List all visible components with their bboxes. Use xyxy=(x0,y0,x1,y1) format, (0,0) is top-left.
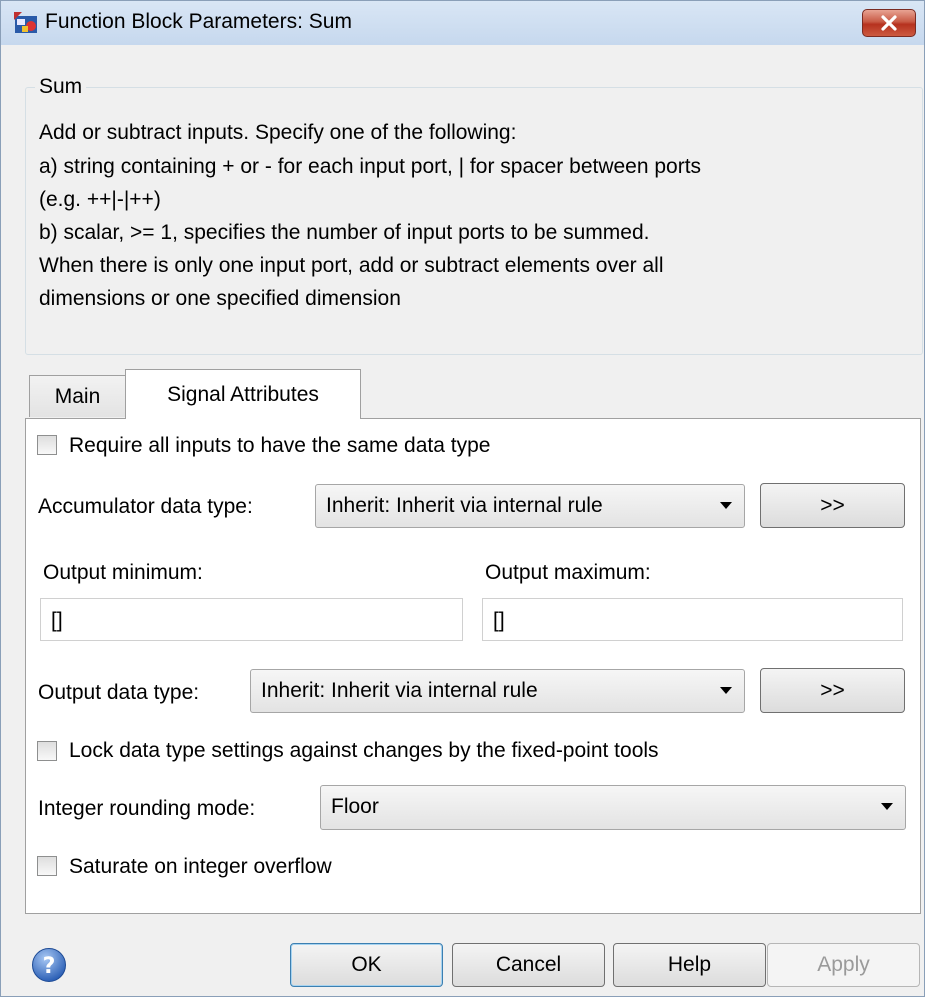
description-line: a) string containing + or - for each inp… xyxy=(39,155,702,178)
accumulator-value: Inherit: Inherit via internal rule xyxy=(326,494,603,517)
rounding-mode-select[interactable]: Floor xyxy=(320,785,906,830)
ok-button[interactable]: OK xyxy=(290,943,443,987)
accumulator-select[interactable]: Inherit: Inherit via internal rule xyxy=(315,484,745,528)
tab-main[interactable]: Main xyxy=(29,375,126,417)
output-maximum-value: [] xyxy=(493,609,505,632)
require-same-type-checkbox[interactable] xyxy=(37,435,57,455)
chevron-down-icon xyxy=(720,502,732,509)
accumulator-label: Accumulator data type: xyxy=(38,495,253,518)
output-minimum-input[interactable]: [] xyxy=(40,598,463,641)
chevron-down-icon xyxy=(881,803,893,810)
output-data-type-select[interactable]: Inherit: Inherit via internal rule xyxy=(250,669,745,713)
description-line: When there is only one input port, add o… xyxy=(39,254,664,277)
tab-signal-attributes[interactable]: Signal Attributes xyxy=(125,369,361,419)
svg-text:?: ? xyxy=(43,954,56,979)
simulink-block-icon xyxy=(14,12,37,33)
output-data-type-assistant-button[interactable]: >> xyxy=(760,668,905,713)
require-same-type-label: Require all inputs to have the same data… xyxy=(69,434,491,457)
help-icon[interactable]: ? xyxy=(31,947,67,983)
cancel-button[interactable]: Cancel xyxy=(452,943,605,987)
description-line: b) scalar, >= 1, specifies the number of… xyxy=(39,221,650,244)
description-line: Add or subtract inputs. Specify one of t… xyxy=(39,121,517,144)
lock-data-type-checkbox[interactable] xyxy=(37,741,57,761)
group-label: Sum xyxy=(35,75,87,99)
saturate-label: Saturate on integer overflow xyxy=(69,855,332,878)
output-maximum-input[interactable]: [] xyxy=(482,598,903,641)
description-line: (e.g. ++|-|++) xyxy=(39,188,161,211)
help-button[interactable]: Help xyxy=(613,943,766,987)
output-minimum-value: [] xyxy=(51,609,63,632)
output-data-type-value: Inherit: Inherit via internal rule xyxy=(261,679,538,702)
window-title: Function Block Parameters: Sum xyxy=(45,10,352,33)
saturate-checkbox[interactable] xyxy=(37,856,57,876)
chevron-down-icon xyxy=(720,687,732,694)
description-line: dimensions or one specified dimension xyxy=(39,287,401,310)
rounding-mode-label: Integer rounding mode: xyxy=(38,797,256,820)
output-maximum-label: Output maximum: xyxy=(485,561,651,584)
apply-button[interactable]: Apply xyxy=(767,943,920,987)
lock-data-type-label: Lock data type settings against changes … xyxy=(69,739,659,762)
accumulator-assistant-button[interactable]: >> xyxy=(760,483,905,528)
close-button[interactable] xyxy=(862,9,916,37)
title-bar[interactable]: Function Block Parameters: Sum xyxy=(1,1,924,45)
output-data-type-label: Output data type: xyxy=(38,681,200,704)
rounding-mode-value: Floor xyxy=(331,795,379,818)
close-icon xyxy=(881,15,897,31)
output-minimum-label: Output minimum: xyxy=(43,561,203,584)
dialog-window: Function Block Parameters: Sum Sum Add o… xyxy=(0,0,925,997)
